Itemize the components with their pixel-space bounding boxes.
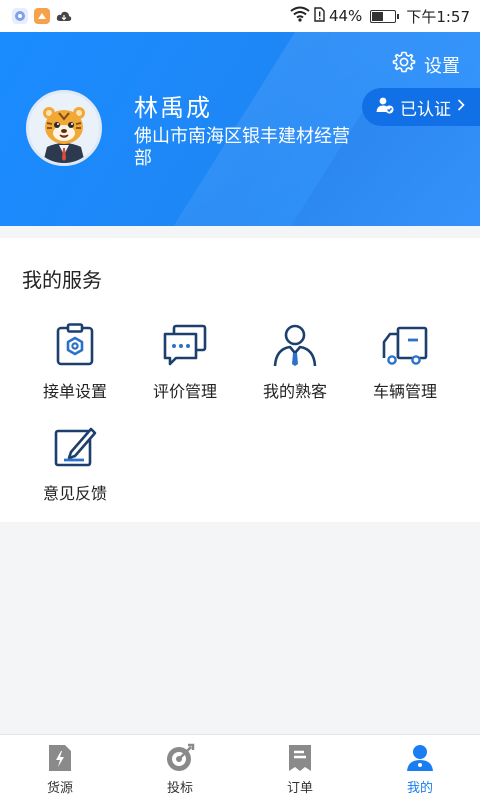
tab-me[interactable]: 我的	[360, 735, 480, 800]
status-notifications	[12, 8, 72, 24]
tab-label: 货源	[46, 781, 73, 796]
battery-icon	[370, 9, 400, 23]
verified-user-icon	[376, 96, 394, 119]
tab-label: 投标	[166, 781, 193, 796]
gear-icon	[392, 50, 416, 79]
cargo-icon	[49, 745, 71, 771]
settings-button[interactable]: 设置	[392, 50, 460, 79]
service-feedback[interactable]: 意见反馈	[20, 424, 130, 504]
order-icon	[289, 745, 311, 771]
cloud-download-icon	[56, 8, 72, 24]
my-services-section: 我的服务 接单设置 评价管理 我的熟客 车辆管理 意见反馈	[0, 238, 480, 522]
tab-orders[interactable]: 订单	[240, 735, 360, 800]
feedback-icon	[54, 427, 97, 467]
review-icon	[163, 324, 207, 366]
company-name: 佛山市南海区银丰建材经营部	[134, 126, 350, 169]
service-my-customers[interactable]: 我的熟客	[240, 322, 350, 402]
sim-alert-icon	[314, 6, 325, 26]
service-label: 我的熟客	[262, 382, 327, 401]
order-settings-icon	[56, 323, 94, 366]
service-label: 评价管理	[152, 382, 217, 401]
music-app-icon	[12, 8, 28, 24]
service-label: 接单设置	[42, 382, 107, 401]
profile-icon	[407, 745, 433, 771]
service-order-settings[interactable]: 接单设置	[20, 322, 130, 402]
tiger-avatar-icon	[29, 93, 99, 163]
settings-label: 设置	[424, 55, 460, 77]
avatar[interactable]	[26, 90, 102, 166]
service-label: 车辆管理	[372, 382, 437, 401]
user-name: 林禹成	[134, 94, 212, 122]
section-title: 我的服务	[22, 268, 102, 292]
chevron-right-icon	[457, 97, 465, 117]
wifi-icon	[290, 6, 310, 26]
truck-icon	[382, 326, 428, 365]
tab-label: 订单	[286, 781, 313, 796]
app-notification-icon	[34, 8, 50, 24]
tab-cargo[interactable]: 货源	[0, 735, 120, 800]
battery-fill	[372, 11, 383, 21]
verified-badge-button[interactable]: 已认证	[362, 88, 480, 126]
battery-percent: 44%	[328, 7, 363, 25]
tab-bid[interactable]: 投标	[120, 735, 240, 800]
bid-icon	[167, 743, 195, 771]
status-bar: 44% 下午1:57	[0, 0, 480, 32]
bottom-nav: 货源 投标 订单 我的	[0, 734, 480, 800]
tab-label: 我的	[406, 781, 433, 796]
verified-label: 已认证	[400, 99, 451, 120]
service-label: 意见反馈	[42, 484, 107, 503]
customer-icon	[273, 324, 317, 367]
service-review-management[interactable]: 评价管理	[130, 322, 240, 402]
clock: 下午1:57	[406, 7, 470, 26]
profile-header: 设置 林禹成 佛山市南海区银丰建材经营部 已认证	[0, 32, 480, 226]
service-vehicle-management[interactable]: 车辆管理	[350, 322, 460, 402]
